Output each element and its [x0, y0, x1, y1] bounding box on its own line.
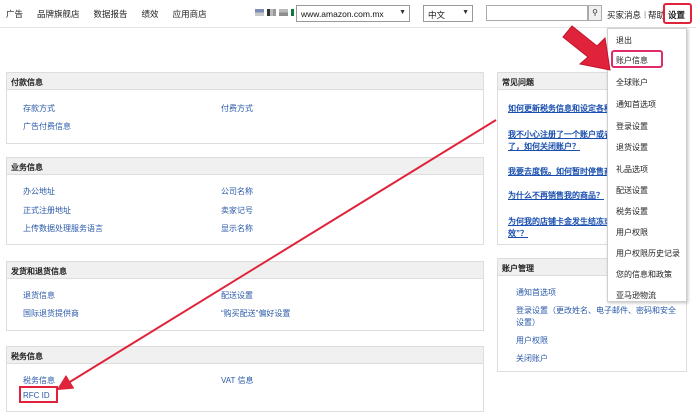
menu-item-fba[interactable]: 亚马逊物流 — [616, 290, 656, 301]
intl-returns-provider-link[interactable]: 国际退货提供商 — [23, 308, 79, 319]
nav-performance[interactable]: 绩效 — [142, 8, 159, 20]
display-name-link[interactable]: 显示名称 — [221, 223, 253, 234]
marketplace-select[interactable]: www.amazon.com.mx ▼ — [296, 5, 410, 22]
deposit-method-link[interactable]: 存款方式 — [23, 103, 55, 114]
notification-preferences-link[interactable]: 通知首选项 — [516, 287, 556, 298]
menu-item-notification-preferences[interactable]: 通知首选项 — [616, 99, 656, 110]
divider: | — [644, 9, 647, 19]
faq-link-3[interactable]: 我要去度假。如何暂时停售商 — [508, 166, 612, 177]
top-bar: 广告 品牌旗舰店 数据报告 绩效 应用商店 www.amazon.com.mx … — [0, 0, 696, 28]
big-red-arrow-icon — [562, 25, 611, 71]
company-name-link[interactable]: 公司名称 — [221, 186, 253, 197]
payment-info-title: 付款信息 — [7, 73, 483, 90]
flag-icon-2 — [267, 9, 276, 16]
nav-reports[interactable]: 数据报告 — [94, 8, 128, 20]
payment-method-link[interactable]: 付费方式 — [221, 103, 253, 114]
menu-item-return-settings[interactable]: 退货设置 — [616, 142, 648, 153]
chevron-down-icon: ▼ — [399, 9, 406, 16]
buy-shipping-preferences-link[interactable]: “购买配送”偏好设置 — [221, 308, 290, 319]
tax-info-link[interactable]: 税务信息 — [23, 375, 55, 386]
flag-icon-3 — [279, 9, 288, 16]
main-nav: 广告 品牌旗舰店 数据报告 绩效 应用商店 — [6, 8, 207, 20]
business-info-title: 业务信息 — [7, 158, 483, 175]
login-settings-link-cont[interactable]: 设置） — [516, 317, 540, 328]
shipping-returns-panel: 发货和退货信息 退货信息 配送设置 国际退货提供商 “购买配送”偏好设置 — [6, 261, 484, 331]
menu-item-gift-options[interactable]: 礼品选项 — [616, 164, 648, 175]
ad-payment-info-link[interactable]: 广告付费信息 — [23, 121, 71, 132]
rfc-id-highlight-box — [19, 386, 58, 403]
menu-item-global-accounts[interactable]: 全球账户 — [616, 77, 648, 88]
shipping-settings-link[interactable]: 配送设置 — [221, 290, 253, 301]
close-account-link[interactable]: 关闭账户 — [516, 353, 548, 364]
login-settings-link[interactable]: 登录设置（更改姓名、电子邮件、密码和安全 — [516, 305, 676, 316]
faq-link-2-cont[interactable]: 了，如何关闭账户？ — [508, 141, 580, 152]
business-info-panel: 业务信息 办公地址 公司名称 正式注册地址 卖家记号 上传数据处理服务语言 显示… — [6, 157, 484, 245]
vat-info-link[interactable]: VAT 信息 — [221, 375, 253, 386]
nav-ads[interactable]: 广告 — [6, 8, 23, 20]
search-button[interactable]: ⚲ — [588, 5, 602, 21]
search-input[interactable] — [486, 5, 588, 21]
tax-info-panel: 税务信息 税务信息 VAT 信息 RFC ID — [6, 346, 484, 412]
menu-item-user-permissions[interactable]: 用户权限 — [616, 227, 648, 238]
faq-link-5-cont[interactable]: 效”？ — [508, 228, 528, 239]
office-address-link[interactable]: 办公地址 — [23, 186, 55, 197]
nav-brand-store[interactable]: 品牌旗舰店 — [37, 8, 80, 20]
language-select[interactable]: 中文 ▼ — [423, 5, 473, 22]
menu-item-tax-settings[interactable]: 税务设置 — [616, 206, 648, 217]
shipping-returns-title: 发货和退货信息 — [7, 262, 483, 279]
chevron-down-icon: ▼ — [462, 9, 469, 16]
menu-item-sign-out[interactable]: 退出 — [616, 35, 632, 46]
settings-highlight-box — [663, 3, 692, 24]
search-icon: ⚲ — [592, 8, 598, 17]
flag-icons — [255, 9, 300, 16]
nav-app-store[interactable]: 应用商店 — [173, 8, 207, 20]
marketplace-select-value: www.amazon.com.mx — [301, 9, 384, 19]
menu-item-shipping-settings[interactable]: 配送设置 — [616, 185, 648, 196]
faq-link-5[interactable]: 为何我的店铺卡金发生结冻或 — [508, 216, 612, 227]
user-permissions-link[interactable]: 用户权限 — [516, 335, 548, 346]
faq-link-4[interactable]: 为什么不再销售我的商品？ — [508, 190, 604, 201]
return-info-link[interactable]: 退货信息 — [23, 290, 55, 301]
tax-info-title: 税务信息 — [7, 347, 483, 364]
menu-item-user-permissions-history[interactable]: 用户权限历史记录 — [616, 248, 680, 259]
account-info-highlight-box — [611, 50, 663, 68]
flag-icon-1 — [255, 9, 264, 16]
registered-address-link[interactable]: 正式注册地址 — [23, 205, 71, 216]
data-processing-language-link[interactable]: 上传数据处理服务语言 — [23, 223, 103, 234]
buyer-messages-link[interactable]: 买家消息 — [607, 9, 641, 21]
payment-info-panel: 付款信息 存款方式 付费方式 广告付费信息 — [6, 72, 484, 144]
seller-token-link[interactable]: 卖家记号 — [221, 205, 253, 216]
settings-dropdown-menu: 退出 账户信息 全球账户 通知首选项 登录设置 退货设置 礼品选项 配送设置 税… — [607, 28, 687, 302]
language-select-value: 中文 — [428, 10, 446, 20]
menu-item-login-settings[interactable]: 登录设置 — [616, 121, 648, 132]
faq-link-2[interactable]: 我不小心注册了一个账户或者 — [508, 129, 612, 140]
menu-item-info-and-policies[interactable]: 您的信息和政策 — [616, 269, 672, 280]
faq-link-1[interactable]: 如何更新税务信息和设定各种 — [508, 103, 612, 114]
